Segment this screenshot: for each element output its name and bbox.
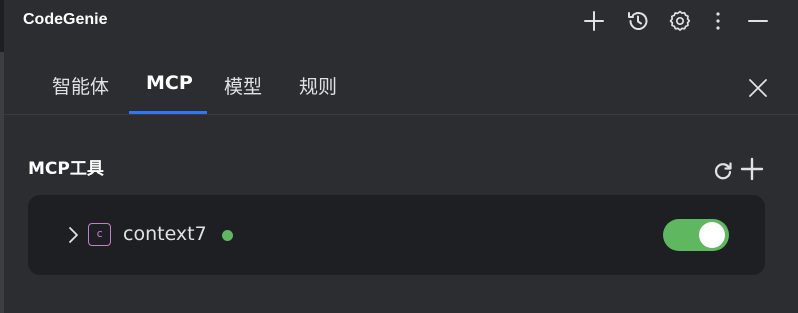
codegenie-panel: CodeGenie 智能体 MCP 模型 规则 MCP工具 c context7 — [0, 0, 798, 313]
tab-models[interactable]: 模型 — [224, 72, 262, 99]
tabs-divider — [4, 114, 798, 115]
tool-badge-icon: c — [88, 223, 111, 246]
tool-name: context7 — [123, 223, 207, 245]
left-edge — [0, 0, 4, 313]
section-title: MCP工具 — [28, 159, 104, 179]
chevron-right-icon[interactable] — [63, 224, 85, 246]
refresh-icon[interactable] — [711, 158, 735, 182]
tab-agents[interactable]: 智能体 — [52, 72, 109, 99]
mcp-tool-card[interactable]: c context7 — [28, 195, 765, 275]
status-dot — [222, 230, 233, 241]
add-tool-icon[interactable] — [740, 157, 764, 181]
history-icon[interactable] — [626, 9, 650, 33]
app-title: CodeGenie — [23, 11, 108, 28]
more-vertical-icon[interactable] — [706, 9, 730, 33]
minimize-icon[interactable] — [746, 9, 770, 33]
tool-enable-toggle[interactable] — [663, 219, 729, 251]
gear-icon[interactable] — [668, 9, 692, 33]
close-icon[interactable] — [746, 76, 770, 100]
tab-rules[interactable]: 规则 — [299, 72, 337, 99]
plus-icon[interactable] — [582, 9, 606, 33]
tab-bar: 智能体 MCP 模型 规则 — [4, 58, 798, 114]
toggle-knob — [699, 222, 725, 248]
tab-mcp[interactable]: MCP — [146, 72, 193, 94]
title-bar: CodeGenie — [4, 0, 798, 44]
